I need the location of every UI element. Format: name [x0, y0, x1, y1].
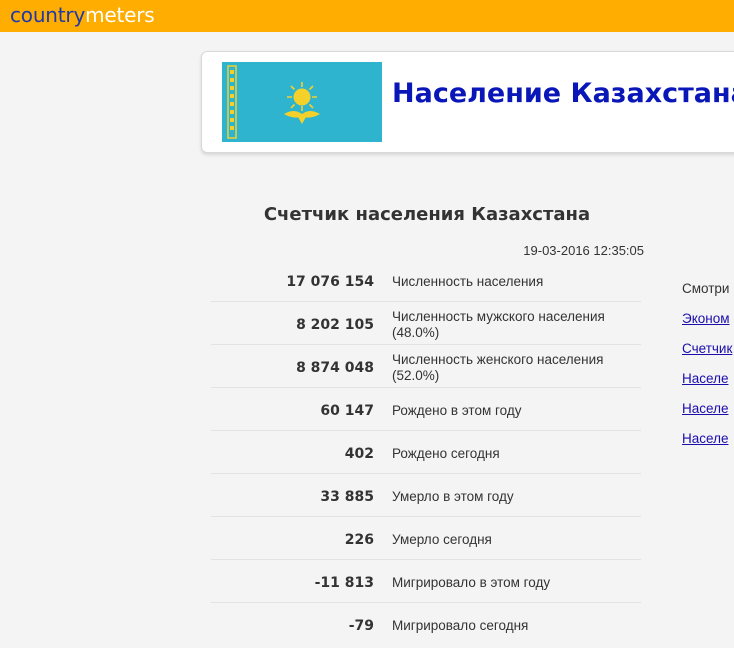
stat-row-died-today: 226 Умерло сегодня [211, 517, 641, 560]
site-logo[interactable]: countrymeters [10, 3, 155, 27]
logo-part-country: country [10, 3, 86, 27]
kazakhstan-flag-icon [222, 62, 382, 142]
sidebar-link-population-1[interactable]: Населе [682, 370, 734, 400]
page-title-box: Население Казахстана [201, 51, 734, 153]
stat-row-male: 8 202 105 Численность мужского населения… [211, 302, 641, 345]
counter-title: Счетчик населения Казахстана [263, 204, 591, 225]
stat-value: -11 813 [314, 575, 374, 591]
stat-row-died-year: 33 885 Умерло в этом году [211, 474, 641, 517]
stat-row-female: 8 874 048 Численность женского населения… [211, 345, 641, 388]
stat-value: 17 076 154 [286, 274, 374, 290]
stat-row-total: 17 076 154 Численность населения [211, 259, 641, 302]
stat-row-born-today: 402 Рождено сегодня [211, 431, 641, 474]
page-title: Население Казахстана [392, 78, 734, 109]
stat-label: Мигрировало в этом году [392, 574, 551, 590]
stat-row-migrated-year: -11 813 Мигрировало в этом году [211, 560, 641, 603]
counter-timestamp: 19-03-2016 12:35:05 [523, 243, 644, 258]
stat-value: 8 202 105 [296, 317, 374, 333]
sidebar-see-text: Смотри [682, 281, 730, 296]
stat-label: Численность мужского населения (48.0%) [392, 308, 605, 340]
stat-label: Численность населения [392, 273, 544, 289]
stat-value: 8 874 048 [296, 360, 374, 376]
sidebar-links: Смотри Эконом Счетчик Населе Населе Насе… [682, 280, 734, 460]
sidebar-link-counter[interactable]: Счетчик [682, 340, 734, 370]
sidebar-link-population-3[interactable]: Населе [682, 430, 734, 460]
stat-label: Численность женского населения (52.0%) [392, 351, 604, 383]
stat-value: 402 [344, 446, 374, 462]
stat-value: 33 885 [320, 489, 374, 505]
sidebar-link-population-2[interactable]: Населе [682, 400, 734, 430]
logo-part-meters: meters [85, 3, 155, 27]
population-stats-list: 17 076 154 Численность населения 8 202 1… [211, 259, 641, 646]
stat-value: 60 147 [320, 403, 374, 419]
stat-label: Рождено в этом году [392, 402, 522, 418]
stat-label: Рождено сегодня [392, 445, 500, 461]
stat-label: Умерло сегодня [392, 531, 492, 547]
sidebar-link-economy[interactable]: Эконом [682, 310, 734, 340]
stat-label: Умерло в этом году [392, 488, 514, 504]
stat-row-born-year: 60 147 Рождено в этом году [211, 388, 641, 431]
top-bar: countrymeters [0, 0, 734, 32]
stat-value: 226 [344, 532, 374, 548]
